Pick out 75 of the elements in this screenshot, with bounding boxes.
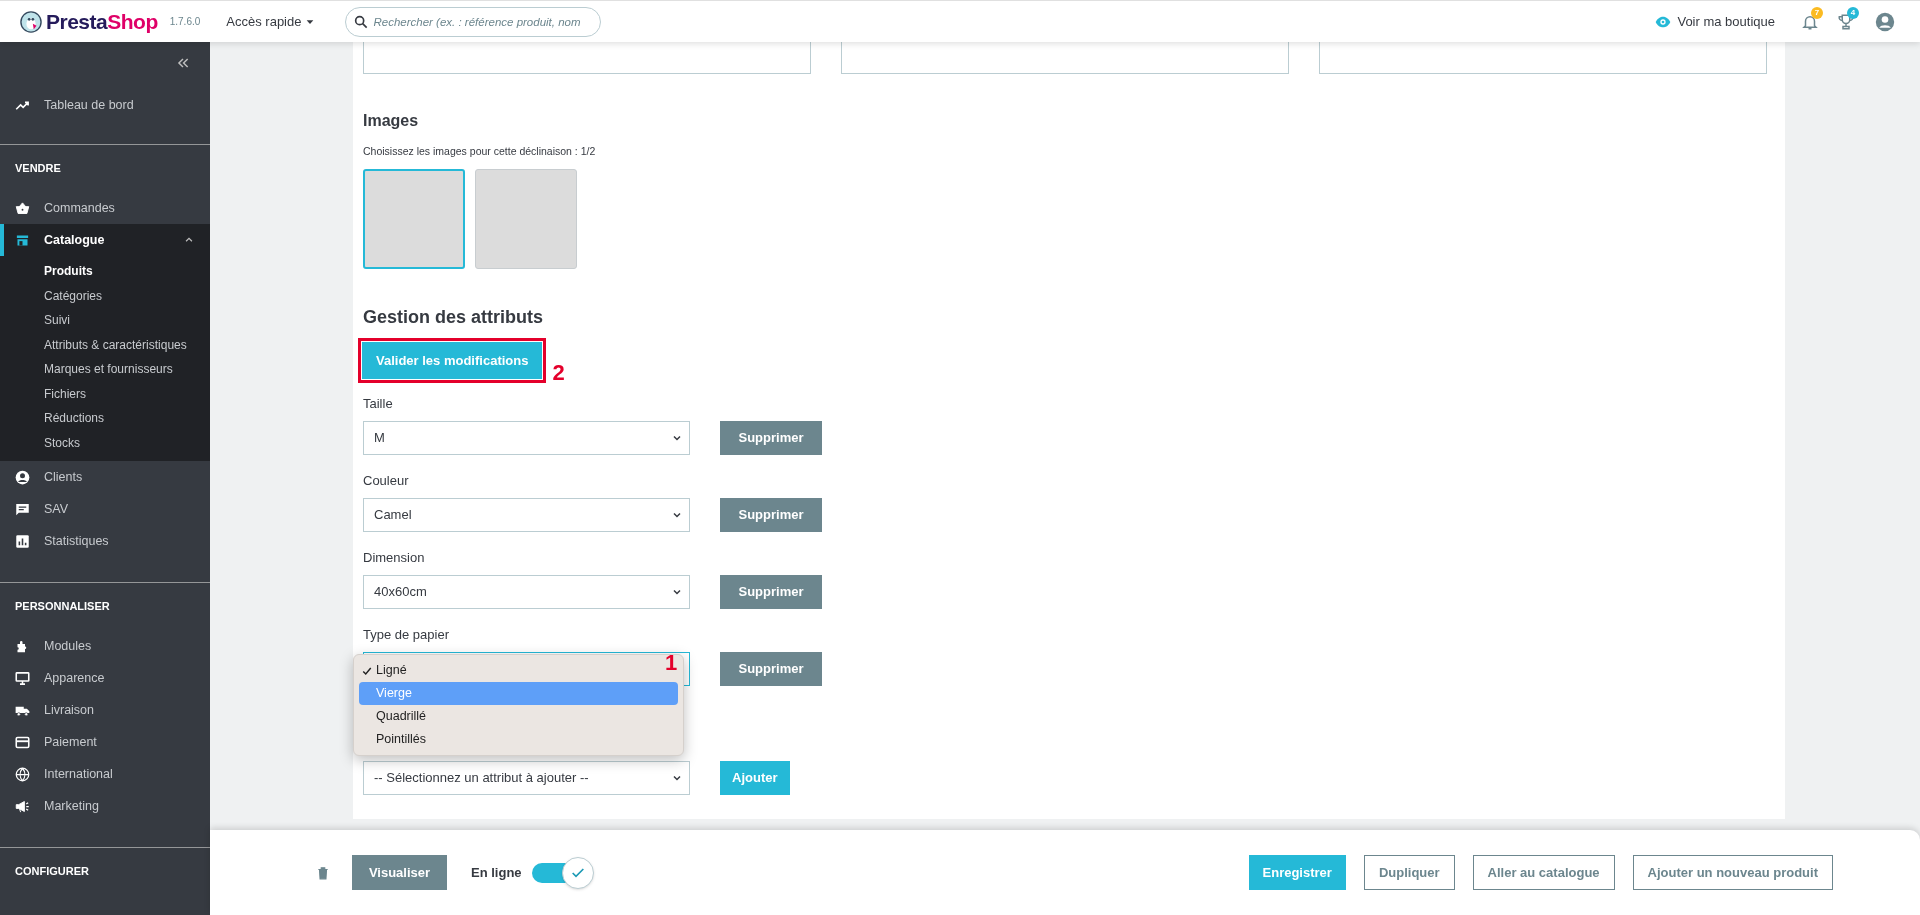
section-heading: Gestion des attributs <box>363 306 545 328</box>
delete-button[interactable]: Supprimer <box>720 421 822 455</box>
delete-button[interactable]: Supprimer <box>720 498 822 532</box>
annotation-number: 2 <box>552 360 565 386</box>
logo-text: PrestaShop <box>46 8 158 35</box>
sidebar-item[interactable]: Paiement <box>0 726 210 758</box>
section-heading: Images <box>363 111 420 131</box>
chat-icon <box>15 501 30 517</box>
search-field[interactable]: Rechercher (ex. : référence produit, nom <box>345 6 602 37</box>
select-field[interactable]: 40x60cm <box>363 575 690 609</box>
delete-button[interactable]: Supprimer <box>720 575 822 609</box>
checkmark-icon <box>361 665 372 676</box>
sidebar-item[interactable]: Clients <box>0 461 210 493</box>
dropdown-option[interactable]: Ligné <box>359 659 649 682</box>
photo-placeholder[interactable] <box>363 169 465 269</box>
text-field[interactable] <box>841 42 1289 74</box>
credit-card-icon <box>15 734 30 750</box>
preview-button[interactable]: Visualiser <box>352 855 447 890</box>
monitor-icon <box>15 670 30 686</box>
annotation-number: 1 <box>665 650 678 676</box>
section-title: PERSONNALISER <box>14 599 111 615</box>
user-avatar-icon[interactable] <box>1875 11 1895 32</box>
megaphone-icon <box>15 798 30 814</box>
dropdown-option[interactable]: Pointillés <box>359 728 649 751</box>
hint-text: Choisissez les images pour cette déclinaison : 1/2 <box>363 144 597 158</box>
version-label: 1.7.6.0 <box>169 15 201 29</box>
submenu-item[interactable]: Réductions <box>0 406 210 431</box>
sidebar-item[interactable]: Statistiques <box>0 525 210 557</box>
sidebar-item[interactable]: Tableau de bord <box>0 89 210 121</box>
section-title: VENDRE <box>14 161 62 177</box>
dropdown-option[interactable]: Quadrillé <box>359 705 649 728</box>
submenu-item[interactable]: Produits <box>0 259 210 284</box>
text-field[interactable] <box>363 42 811 74</box>
submenu-item[interactable]: Suivi <box>0 308 210 333</box>
sidebar-item[interactable]: Modules <box>0 630 210 662</box>
section-title: CONFIGURER <box>14 864 90 880</box>
text-field[interactable] <box>1319 42 1767 74</box>
trash-icon[interactable] <box>316 864 330 881</box>
select-field[interactable]: M <box>363 421 690 455</box>
submenu-item[interactable]: Catégories <box>0 283 210 308</box>
trophy-icon[interactable] <box>1837 12 1855 31</box>
penguin-logo-icon <box>20 10 42 33</box>
field-label: Couleur <box>363 472 410 490</box>
field-label: Dimension <box>363 549 426 567</box>
footer-button[interactable]: Dupliquer <box>1363 855 1455 890</box>
collapse-icon[interactable] <box>176 56 190 70</box>
footer-button[interactable]: Aller au catalogue <box>1472 855 1615 890</box>
quick-access-menu[interactable]: Accès rapide <box>226 11 316 32</box>
select-field[interactable]: Camel <box>363 498 690 532</box>
trophy-badge: 4 <box>1847 6 1859 19</box>
sidebar-item[interactable]: Commandes <box>0 192 210 224</box>
notification-badge: 7 <box>1811 6 1823 19</box>
globe-icon <box>15 766 30 782</box>
search-icon <box>353 13 370 30</box>
select-field[interactable]: -- Sélectionnez un attribut à ajouter -- <box>363 761 690 795</box>
sidebar-item[interactable]: Livraison <box>0 694 210 726</box>
sidebar-item[interactable]: SAV <box>0 493 210 525</box>
field-label: Taille <box>363 395 394 413</box>
bar-chart-icon <box>15 533 30 549</box>
submenu-item[interactable]: Attributs & caractéristiques <box>0 332 210 357</box>
toggle-label: En ligne <box>471 863 522 882</box>
view-shop-link[interactable]: Voir ma boutique <box>1655 11 1775 32</box>
submenu-item[interactable]: Stocks <box>0 430 210 455</box>
online-toggle[interactable] <box>531 856 594 889</box>
footer-button[interactable]: Ajouter un nouveau produit <box>1632 855 1833 890</box>
sidebar-item[interactable]: Marketing <box>0 790 210 822</box>
chevron-up-icon <box>184 235 194 245</box>
sidebar-item[interactable]: Apparence <box>0 662 210 694</box>
field-label: Type de papier <box>363 626 450 644</box>
sidebar-item[interactable]: International <box>0 758 210 790</box>
submenu-item[interactable]: Fichiers <box>0 381 210 406</box>
submenu-item[interactable]: Marques et fournisseurs <box>0 357 210 382</box>
basket-icon <box>15 200 30 216</box>
delete-button[interactable]: Supprimer <box>720 652 822 686</box>
user-icon <box>15 469 30 485</box>
